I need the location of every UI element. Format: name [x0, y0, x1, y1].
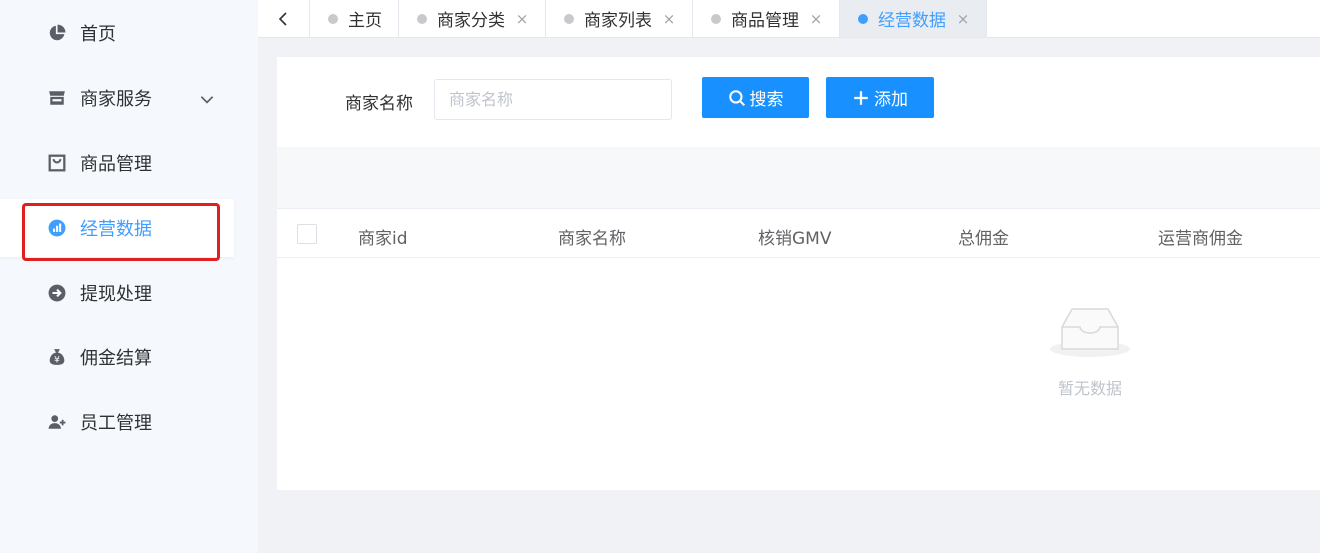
sidebar-item-label: 提现处理 — [80, 284, 152, 305]
tab-merchant-list[interactable]: 商家列表 × — [546, 0, 693, 37]
sidebar-item-label: 首页 — [80, 24, 116, 45]
tab-label: 商品管理 — [731, 11, 799, 31]
chevron-down-icon[interactable] — [198, 90, 216, 108]
sidebar-item-label: 经营数据 — [80, 219, 152, 240]
search-button[interactable]: 搜索 — [702, 77, 809, 118]
tab-label: 主页 — [348, 11, 382, 31]
add-button[interactable]: 添加 — [826, 77, 934, 118]
column-header-operator-commission[interactable]: 运营商佣金 — [1158, 224, 1243, 249]
tab-dot — [858, 13, 868, 24]
store-icon — [48, 89, 66, 107]
sidebar-item-business-data[interactable]: 经营数据 — [0, 199, 234, 257]
tab-dot — [417, 13, 427, 24]
search-button-label: 搜索 — [749, 90, 784, 110]
tab-dot — [711, 13, 721, 24]
sidebar-item-label: 商品管理 — [80, 154, 152, 175]
chevron-left-icon — [278, 11, 287, 26]
money-bag-icon: ¥ — [48, 348, 66, 366]
shopping-bag-icon — [48, 154, 66, 172]
sidebar-item-commission[interactable]: ¥ 佣金结算 — [0, 328, 234, 386]
close-icon[interactable]: × — [662, 10, 676, 28]
sidebar-item-staff[interactable]: 员工管理 — [0, 393, 234, 451]
tab-label: 商家分类 — [437, 11, 505, 31]
pie-chart-icon — [48, 24, 66, 42]
close-icon[interactable]: × — [809, 10, 823, 28]
select-all-checkbox[interactable] — [297, 224, 317, 244]
sidebar-item-goods[interactable]: 商品管理 — [0, 134, 234, 192]
close-icon[interactable]: × — [515, 10, 529, 28]
column-header-merchant-id[interactable]: 商家id — [358, 224, 408, 249]
sidebar-item-home[interactable]: 首页 — [0, 4, 234, 62]
tab-dot — [564, 13, 574, 24]
tab-label: 经营数据 — [878, 11, 946, 31]
tab-dot — [328, 13, 338, 24]
sidebar-item-label: 商家服务 — [80, 89, 152, 110]
svg-text:¥: ¥ — [54, 356, 60, 366]
plus-icon — [854, 90, 868, 105]
content-card: 商家名称 搜索 添加 商家id 商家名称 核销GMV 总佣金 运营商佣金 暂无数… — [277, 57, 1320, 490]
empty-text: 暂无数据 — [1057, 379, 1122, 398]
search-label: 商家名称 — [345, 94, 413, 114]
sidebar-item-label: 佣金结算 — [80, 348, 152, 369]
column-header-total-commission[interactable]: 总佣金 — [958, 224, 1009, 249]
table-toolbar — [277, 147, 1320, 209]
column-header-merchant-name[interactable]: 商家名称 — [558, 224, 626, 249]
sidebar-item-merchant-service[interactable]: 商家服务 — [0, 69, 234, 127]
table-header: 商家id 商家名称 核销GMV 总佣金 运营商佣金 — [277, 209, 1320, 258]
tab-bar: 主页 商家分类 × 商家列表 × 商品管理 × 经营数据 × — [258, 0, 1320, 38]
column-header-gmv[interactable]: 核销GMV — [758, 224, 831, 249]
sidebar-item-label: 员工管理 — [80, 413, 152, 434]
sidebar-item-withdraw[interactable]: 提现处理 — [0, 264, 234, 322]
user-add-icon — [48, 413, 66, 431]
tab-back-button[interactable] — [258, 0, 310, 37]
bar-chart-icon — [48, 219, 66, 237]
tab-goods[interactable]: 商品管理 × — [693, 0, 840, 37]
empty-box-icon — [1050, 308, 1130, 357]
close-icon[interactable]: × — [956, 10, 970, 28]
add-button-label: 添加 — [874, 90, 908, 110]
tab-business-data[interactable]: 经营数据 × — [840, 0, 987, 37]
search-icon — [728, 89, 745, 106]
tab-merchant-category[interactable]: 商家分类 × — [399, 0, 546, 37]
sidebar: 首页 商家服务 商品管理 经营数据 提现处理 ¥ 佣金结算 员工管理 — [0, 0, 258, 553]
merchant-name-input[interactable] — [434, 79, 672, 120]
tab-label: 商家列表 — [584, 11, 652, 31]
tab-home[interactable]: 主页 — [310, 0, 399, 37]
arrow-right-circle-icon — [48, 284, 66, 302]
empty-state: 暂无数据 — [1047, 305, 1133, 399]
